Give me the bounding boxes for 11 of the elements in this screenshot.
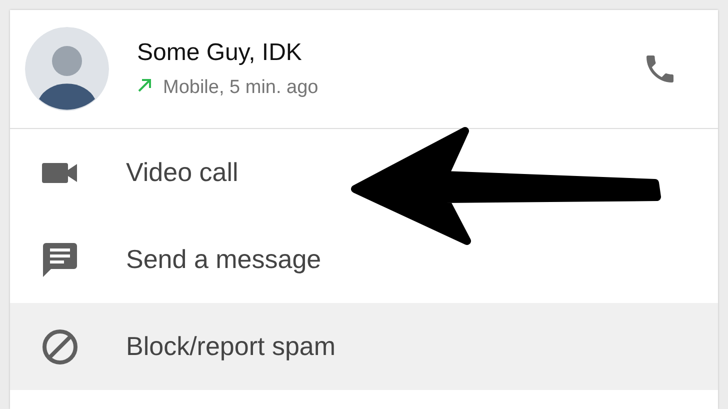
call-detail: Mobile, 5 min. ago <box>163 77 318 99</box>
action-row[interactable]: Block/report spam <box>10 303 718 390</box>
message-icon <box>43 242 77 276</box>
action-label: Send a message <box>126 244 322 275</box>
contact-name: Some Guy, IDK <box>137 39 303 67</box>
action-row[interactable]: Video call <box>10 129 718 216</box>
action-label: Block/report spam <box>126 331 336 362</box>
action-row[interactable]: Send a message <box>10 216 718 303</box>
block-icon <box>42 328 78 364</box>
video-camera-icon <box>42 160 78 184</box>
action-label: Video call <box>126 157 238 188</box>
